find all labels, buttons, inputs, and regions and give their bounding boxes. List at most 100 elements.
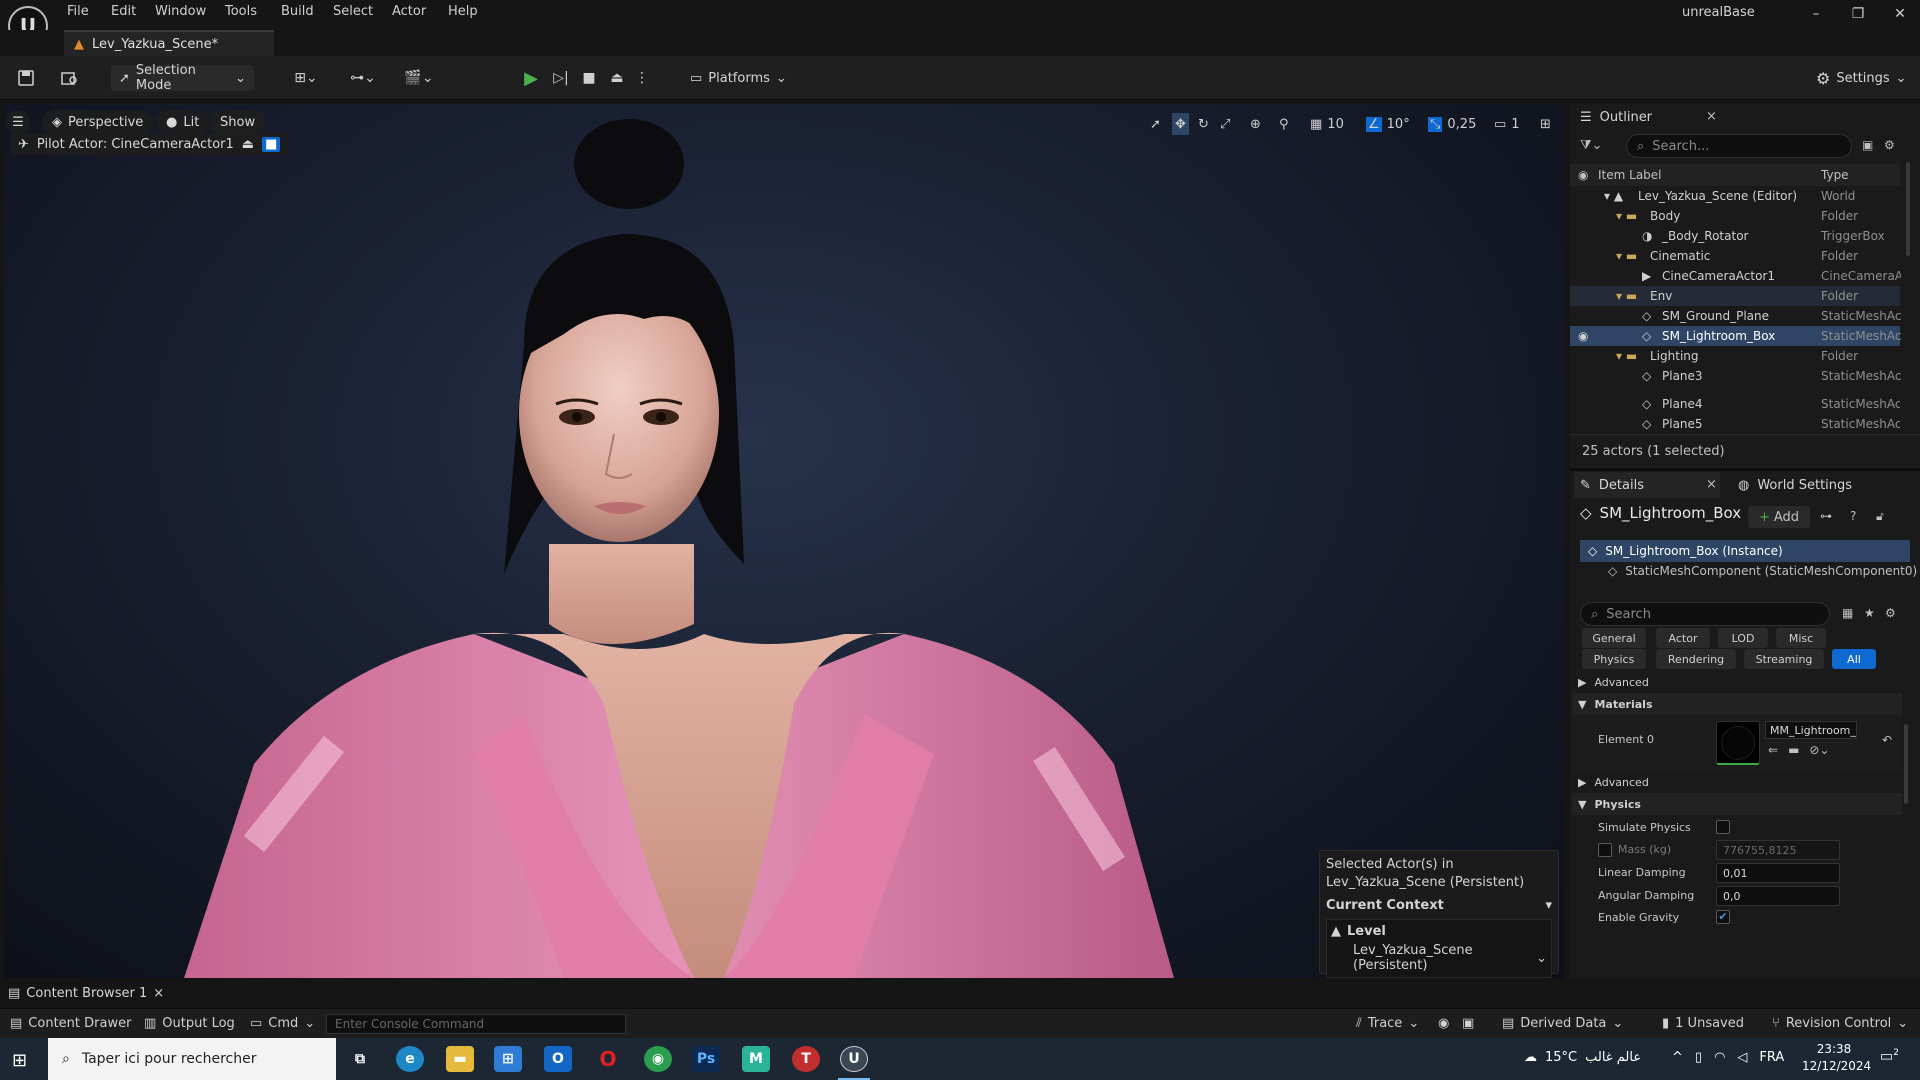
close-icon[interactable]: ×	[153, 986, 164, 1001]
level-viewport[interactable]: ☰ ◈ Perspective ● Lit Show ✈ Pilot Actor…	[4, 104, 1564, 978]
category-physics[interactable]: Physics	[1582, 649, 1646, 669]
minimize-icon[interactable]: –	[1804, 6, 1828, 22]
section-materials[interactable]: ▼ Materials	[1572, 693, 1902, 715]
folder-icon[interactable]: ▬	[1788, 743, 1799, 757]
close-details-icon[interactable]: ×	[1706, 477, 1717, 492]
type-column[interactable]: Type	[1821, 168, 1849, 182]
rotation-snap-toggle[interactable]: ∠ 10°	[1366, 113, 1410, 135]
rotate-tool-icon[interactable]: ↻	[1198, 113, 1209, 135]
outliner-search-input[interactable]: ⌕ Search...	[1626, 134, 1852, 158]
save-icon[interactable]	[14, 67, 38, 89]
table-view-icon[interactable]: ▦	[1842, 606, 1853, 620]
surface-snap-icon[interactable]: ⚲	[1279, 113, 1289, 135]
stop-icon[interactable]: ■	[579, 67, 599, 89]
store-icon[interactable]: ⊞	[494, 1046, 522, 1072]
maya-icon[interactable]: M	[742, 1046, 770, 1072]
chrome-icon[interactable]: ◉	[644, 1046, 672, 1072]
filter-icon[interactable]: ⧩⌄	[1580, 138, 1603, 153]
visibility-eye-icon[interactable]: ◉	[1578, 168, 1588, 182]
menu-select[interactable]: Select	[333, 4, 373, 19]
menu-file[interactable]: File	[67, 4, 89, 19]
record-icon[interactable]: ◉	[1438, 1016, 1449, 1031]
reset-icon[interactable]: ↶	[1882, 733, 1892, 747]
menu-edit[interactable]: Edit	[111, 4, 136, 19]
show-dropdown[interactable]: Show	[210, 110, 266, 134]
tree-row[interactable]: ◑ _Body_Rotator TriggerBox	[1570, 226, 1900, 246]
level-dropdown[interactable]: Lev_Yazkua_Scene (Persistent) ⌄	[1331, 943, 1547, 973]
instance-row[interactable]: ◇ SM_Lightroom_Box (Instance)	[1580, 540, 1910, 562]
photoshop-icon[interactable]: Ps	[692, 1046, 720, 1072]
notifications-icon[interactable]: ▭2	[1880, 1048, 1899, 1065]
restore-icon[interactable]: ❐	[1846, 6, 1870, 22]
grid-snap-toggle[interactable]: ▦ 10	[1310, 113, 1344, 135]
file-explorer-icon[interactable]: ▬	[446, 1046, 474, 1072]
tree-row[interactable]: ▾ ▬ Lighting Folder	[1570, 346, 1900, 366]
outlook-icon[interactable]: O	[544, 1046, 572, 1072]
component-row[interactable]: ◇ StaticMeshComponent (StaticMeshCompone…	[1608, 564, 1917, 578]
linear-damping-field[interactable]: 0,01	[1716, 863, 1840, 883]
blueprint-icon[interactable]: ⊶⌄	[343, 67, 383, 89]
step-icon[interactable]: ▷|	[551, 67, 571, 89]
material-thumbnail[interactable]	[1716, 721, 1760, 765]
revision-control-dropdown[interactable]: ⑂ Revision Control ⌄	[1772, 1016, 1908, 1031]
tree-row[interactable]: ◇ Plane5 StaticMeshAc	[1570, 414, 1900, 434]
section-advanced[interactable]: ▶ Advanced	[1572, 671, 1902, 693]
settings-dropdown[interactable]: ⚙ Settings ⌄	[1808, 65, 1908, 91]
category-misc[interactable]: Misc	[1776, 628, 1826, 648]
simulate-physics-checkbox[interactable]	[1716, 820, 1730, 834]
tree-row[interactable]: ▾ ▬ Env Folder	[1570, 286, 1900, 306]
clear-icon[interactable]: ⊘⌄	[1809, 743, 1829, 757]
tree-row[interactable]: ◇ Plane4 StaticMeshAc	[1570, 394, 1900, 414]
play-icon[interactable]: ▶	[521, 67, 541, 89]
selection-mode-dropdown[interactable]: ➚ Selection Mode ⌄	[111, 63, 254, 93]
content-icon[interactable]	[58, 67, 82, 89]
wifi-icon[interactable]: ◠	[1714, 1050, 1725, 1065]
translate-tool-icon[interactable]: ✥	[1172, 113, 1189, 135]
menu-actor[interactable]: Actor	[392, 4, 426, 19]
category-streaming[interactable]: Streaming	[1744, 649, 1824, 669]
tab-level-editor[interactable]: ▲ Lev_Yazkua_Scene*	[64, 30, 274, 56]
language-indicator[interactable]: FRA	[1759, 1050, 1784, 1065]
tab-content-browser[interactable]: ▤ Content Browser 1 ×	[8, 986, 164, 1001]
section-physics[interactable]: ▼ Physics	[1572, 793, 1902, 815]
tab-outliner[interactable]: ☰ Outliner	[1576, 104, 1722, 130]
tree-row[interactable]: ▾ ▬ Cinematic Folder	[1570, 246, 1900, 266]
blueprint-add-icon[interactable]: ⊶	[1820, 509, 1832, 523]
material-asset-dropdown[interactable]: MM_Lightroom_Bo	[1765, 721, 1857, 739]
category-rendering[interactable]: Rendering	[1656, 649, 1736, 669]
add-actor-icon[interactable]: ⊞⌄	[286, 67, 326, 89]
edge-icon[interactable]: e	[396, 1046, 424, 1072]
star-icon[interactable]: ★	[1864, 606, 1875, 620]
current-context-header[interactable]: Current Context ▾	[1326, 898, 1552, 913]
viewport-menu-button[interactable]: ☰	[6, 110, 30, 134]
platforms-dropdown[interactable]: ▭ Platforms ⌄	[682, 65, 787, 91]
scale-tool-icon[interactable]: ⤢	[1220, 113, 1230, 135]
app-icon[interactable]: T	[792, 1046, 820, 1072]
unreal-taskbar-icon[interactable]: U	[840, 1046, 868, 1072]
menu-build[interactable]: Build	[281, 4, 314, 19]
details-scrollbar[interactable]	[1904, 724, 1908, 804]
add-folder-icon[interactable]: ▣	[1862, 138, 1873, 152]
output-log-button[interactable]: ▥ Output Log	[144, 1016, 235, 1031]
menu-help[interactable]: Help	[448, 4, 478, 19]
tree-row[interactable]: ◇ Plane3 StaticMeshAc	[1570, 366, 1901, 386]
tree-row[interactable]: ◇ SM_Ground_Plane StaticMeshAc	[1570, 306, 1901, 326]
browse-arrow-icon[interactable]: ⇐	[1768, 743, 1778, 757]
scale-snap-toggle[interactable]: ⤡ 0,25	[1428, 113, 1476, 135]
tree-row[interactable]: ▾ ▬ Body Folder	[1570, 206, 1900, 226]
section-advanced-materials[interactable]: ▶ Advanced	[1572, 771, 1902, 793]
eject-icon[interactable]: ⏏	[607, 67, 627, 89]
cinematics-icon[interactable]: 🎬⌄	[399, 67, 439, 89]
console-command-input[interactable]: Enter Console Command	[326, 1014, 626, 1034]
perspective-dropdown[interactable]: ◈ Perspective	[42, 110, 154, 134]
angular-damping-field[interactable]: 0,0	[1716, 886, 1840, 906]
trace-dropdown[interactable]: ⫽ Trace ⌄	[1356, 1016, 1419, 1031]
menu-tools[interactable]: Tools	[225, 4, 257, 19]
layout-icon[interactable]: ⊞	[1540, 113, 1551, 135]
weather-widget[interactable]: ☁ 15°C عالم غالب	[1524, 1050, 1641, 1065]
item-label-column[interactable]: Item Label	[1598, 168, 1662, 182]
cmd-dropdown[interactable]: ▭ Cmd ⌄	[250, 1016, 315, 1031]
opera-icon[interactable]: O	[594, 1046, 622, 1072]
category-actor[interactable]: Actor	[1656, 628, 1710, 648]
tab-details[interactable]: ✎ Details	[1574, 472, 1720, 498]
